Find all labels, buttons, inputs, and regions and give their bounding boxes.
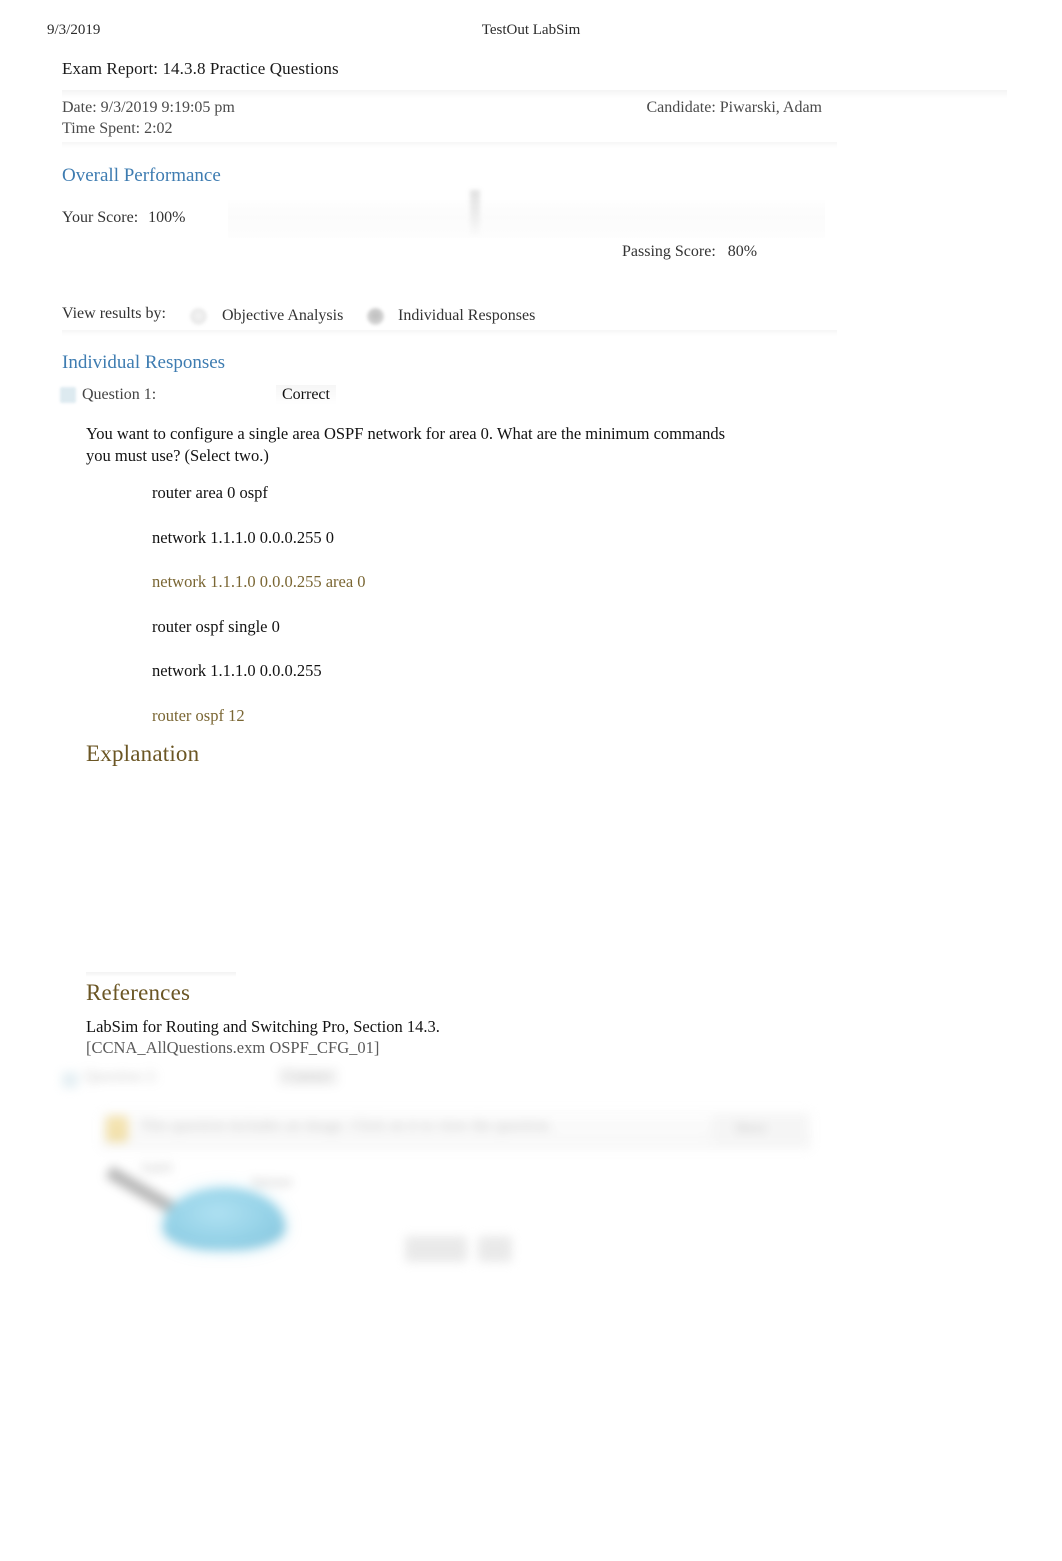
references-heading: References [86,980,191,1005]
your-score-value: 100% [148,209,186,226]
answer-option-correct: network 1.1.1.0 0.0.0.255 area 0 [152,572,366,591]
radio-label-objective-analysis[interactable]: Objective Analysis [222,307,343,325]
answer-option: router ospf single 0 [152,616,280,636]
divider-meta [62,142,837,148]
show-image-button[interactable] [712,1114,808,1146]
show-image-button-label[interactable]: Show [735,1121,767,1137]
image-notice-text: This question includes an image. Click o… [140,1118,553,1134]
your-score-row: Your Score: 100% [62,209,185,227]
meta-row-time: Time Spent: 2:02 [62,118,822,139]
passing-score-label: Passing Score: [622,243,716,260]
question-bookmark-icon [60,387,76,403]
diagram-label-internet: Internet [252,1174,293,1189]
status-badge: Correct [276,385,336,405]
question-label: Question 1: [82,386,157,403]
passing-score-marker [470,190,480,235]
print-header: 9/3/2019 TestOut LabSim [0,22,1062,42]
explanation-body [86,785,876,960]
diagram-box-b [478,1236,512,1262]
divider-references [86,972,236,977]
print-header-app-title: TestOut LabSim [481,22,581,38]
passing-score-row: Passing Score: 80% [622,243,757,261]
network-cloud-icon [163,1188,285,1250]
report-date: Date: 9/3/2019 9:19:05 pm [62,99,235,116]
page-title: Exam Report: 14.3.8 Practice Questions [62,59,339,78]
question-text: You want to configure a single area OSPF… [86,424,726,465]
passing-score-value: 80% [727,243,758,260]
explanation-heading: Explanation [86,741,200,766]
report-meta: Date: 9/3/2019 9:19:05 pm Candidate: Piw… [62,97,822,139]
diagram-label-interface: Fa0/0 [142,1160,172,1175]
answer-option-correct: router ospf 12 [152,705,245,725]
network-link-line [105,1166,208,1233]
view-results-by-group: View results by: Objective Analysis Indi… [62,303,842,333]
your-score-label: Your Score: [62,209,139,226]
question-bookmark-icon [62,1072,78,1088]
faded-next-question-region: Question 2: Correct This question includ… [0,1058,1062,1278]
answer-option: network 1.1.1.0 0.0.0.255 [152,661,322,680]
section-heading-overall-performance: Overall Performance [62,165,221,186]
meta-row-date: Date: 9/3/2019 9:19:05 pm Candidate: Piw… [62,97,822,118]
answer-option: network 1.1.1.0 0.0.0.255 0 [152,527,334,547]
image-notice-bar [100,1110,812,1150]
warning-icon [106,1116,128,1142]
radio-individual-responses[interactable] [367,308,384,325]
report-candidate: Candidate: Piwarski, Adam [646,99,822,116]
reference-line: [CCNA_AllQuestions.exm OSPF_CFG_01] [86,1038,380,1057]
radio-objective-analysis[interactable] [190,308,207,325]
reference-line: LabSim for Routing and Switching Pro, Se… [86,1017,440,1036]
section-heading-individual-responses: Individual Responses [62,352,226,373]
report-time-spent: Time Spent: 2:02 [62,120,173,137]
status-badge: Correct [276,1067,340,1087]
diagram-box-a [405,1236,467,1262]
radio-label-individual-responses[interactable]: Individual Responses [398,307,535,325]
references-body: LabSim for Routing and Switching Pro, Se… [86,1016,846,1058]
answer-options-list: router area 0 ospf network 1.1.1.0 0.0.0… [152,483,772,750]
view-results-by-label: View results by: [62,305,166,322]
question-label: Question 2: [84,1068,159,1085]
score-progress-bar [228,200,825,238]
divider-view-results [62,330,837,336]
answer-option: router area 0 ospf [152,483,268,502]
